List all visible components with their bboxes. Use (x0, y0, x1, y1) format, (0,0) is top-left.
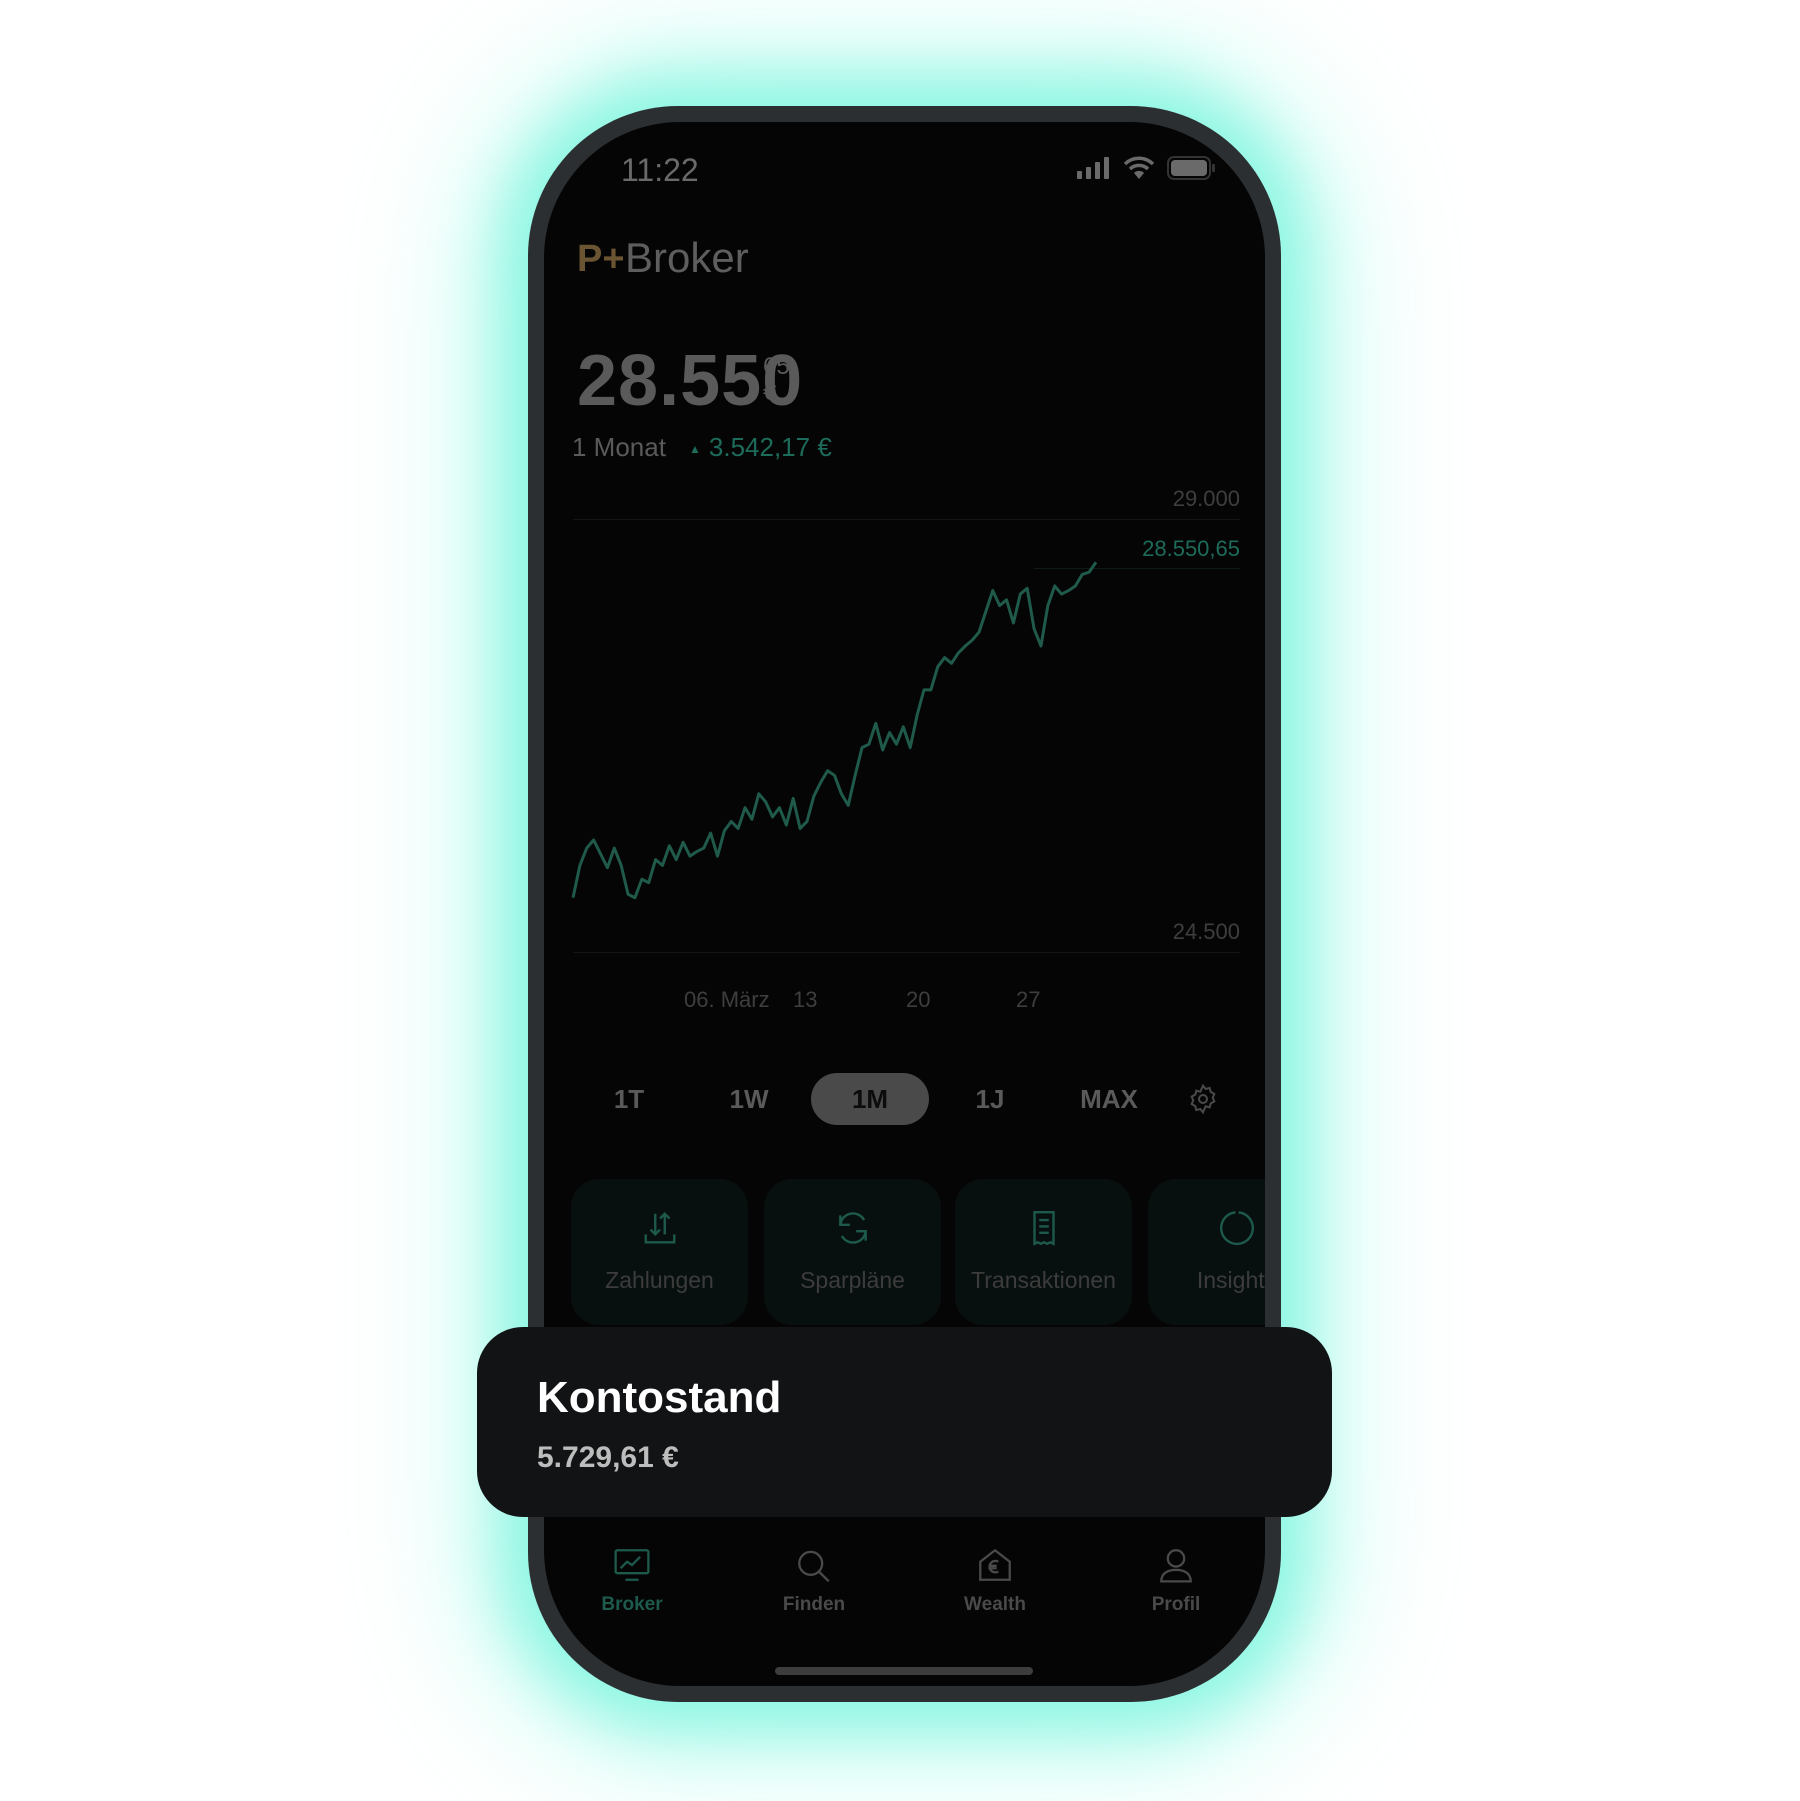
refresh-icon (838, 1212, 867, 1244)
period-1j[interactable]: 1J (931, 1073, 1049, 1125)
receipt-icon (1032, 1210, 1055, 1246)
chart-monitor-icon (614, 1549, 650, 1581)
period-1t[interactable]: 1T (570, 1073, 688, 1125)
tab-label: Finden (782, 1594, 846, 1615)
action-label: Transaktionen (971, 1267, 1116, 1293)
tab-finden[interactable]: Finden (754, 1547, 874, 1616)
person-icon (1160, 1549, 1192, 1583)
tab-wealth[interactable]: Wealth (935, 1547, 1055, 1616)
balance-sheet[interactable]: Kontostand 5.729,61 € (477, 1327, 1332, 1517)
period-max[interactable]: MAX (1050, 1073, 1168, 1125)
tab-label: Profil (1151, 1594, 1201, 1615)
x-tick: 13 (793, 987, 818, 1012)
period-1w[interactable]: 1W (690, 1073, 808, 1125)
sheet-value: 5.729,61 € (537, 1441, 679, 1474)
action-label: Zahlungen (605, 1267, 714, 1293)
tab-label: Wealth (964, 1594, 1026, 1615)
tab-profil[interactable]: Profil (1116, 1547, 1236, 1616)
search-icon (798, 1550, 830, 1583)
tab-label: Broker (601, 1594, 663, 1615)
action-sparplaene[interactable]: Sparpläne (764, 1179, 941, 1325)
euro-house-icon (979, 1548, 1011, 1581)
action-transaktionen[interactable]: Transaktionen (955, 1179, 1132, 1325)
chart-settings-button[interactable] (1187, 1083, 1219, 1120)
gear-icon (1190, 1083, 1216, 1115)
period-1m[interactable]: 1M (811, 1073, 929, 1125)
series-line (571, 561, 1098, 900)
transfer-icon (644, 1212, 675, 1244)
x-tick: 06. März (684, 987, 770, 1012)
action-insights[interactable]: Insights (1148, 1179, 1265, 1325)
tab-broker[interactable]: Broker (572, 1547, 692, 1616)
action-label: Insights (1196, 1267, 1265, 1293)
action-zahlungen[interactable]: Zahlungen (571, 1179, 748, 1325)
action-label: Sparpläne (800, 1267, 905, 1293)
x-tick: 27 (1016, 987, 1041, 1012)
portfolio-chart[interactable] (544, 122, 1265, 1022)
sheet-title: Kontostand (537, 1373, 782, 1422)
home-indicator[interactable] (775, 1667, 1033, 1675)
donut-icon (1219, 1211, 1254, 1246)
x-tick: 20 (906, 987, 931, 1012)
